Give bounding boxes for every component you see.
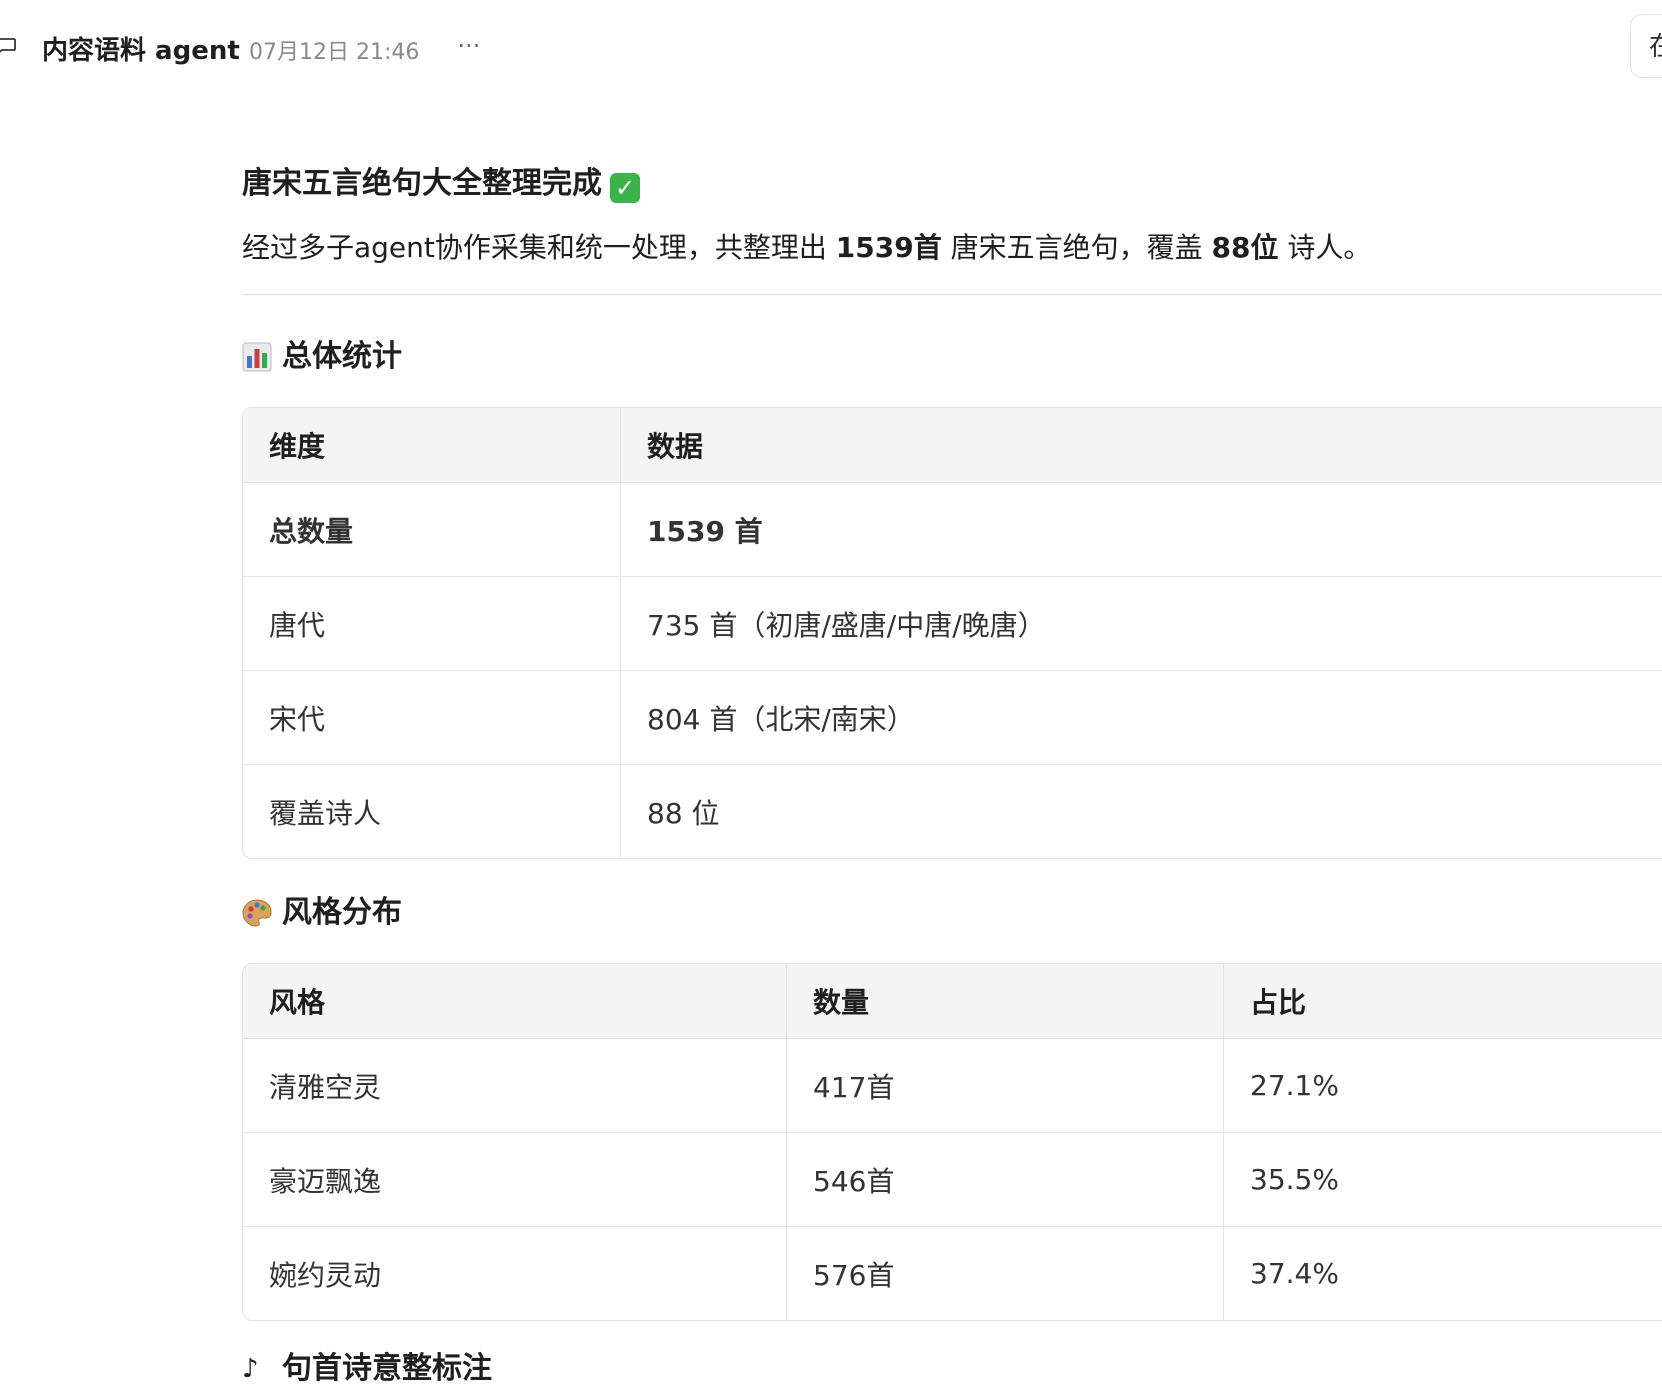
table-cell: 546首 (787, 1133, 1224, 1227)
conversation-header: 内容语料 agent 07月12日 21:46 ··· 在 (0, 0, 1662, 96)
overview-title-text: 总体统计 (282, 339, 402, 374)
message-content: 唐宋五言绝句大全整理完成 ✓ 经过多子agent协作采集和统一处理，共整理出 15… (242, 160, 1662, 1393)
next-section-title-text: 句首诗意整标注 (282, 1351, 492, 1386)
styles-title-text: 风格分布 (282, 895, 402, 930)
table-cell: 27.1% (1224, 1039, 1662, 1133)
table-cell: 37.4% (1250, 1257, 1339, 1290)
table-cell: 35.5% (1224, 1133, 1662, 1227)
overview-section-title: 总体统计 (242, 333, 1662, 381)
column-header: 风格 (243, 964, 787, 1039)
table-row: 宋代 804 首（北宋/南宋） (243, 671, 1662, 765)
divider (242, 294, 1662, 295)
table-row: 清雅空灵 417首 27.1% (243, 1039, 1662, 1133)
overview-table: 维度 数据 总数量 1539 首 唐代 735 首（初唐/盛唐/中唐/晚唐） 宋… (242, 407, 1662, 859)
styles-table: 风格 数量 占比 清雅空灵 417首 27.1% 豪迈飘逸 546首 35.5%… (242, 963, 1662, 1321)
table-cell: 宋代 (243, 671, 621, 765)
summary-middle: 唐宋五言绝句，覆盖 (941, 231, 1212, 264)
conversation-timestamp: 07月12日 21:46 (249, 40, 420, 65)
chat-bubble-icon (0, 38, 16, 53)
conversation-title: 内容语料 agent (42, 36, 240, 66)
column-header: 维度 (243, 408, 621, 483)
column-header: 数据 (621, 408, 1662, 483)
table-cell: 576首 (787, 1227, 1224, 1320)
table-row: 覆盖诗人 88 位 (243, 765, 1662, 858)
table-cell: 覆盖诗人 (243, 765, 621, 858)
table-cell: 88 位 (647, 796, 720, 830)
next-section-title: ♪ 句首诗意整标注 (242, 1345, 1662, 1393)
table-cell: 735 首（初唐/盛唐/中唐/晚唐） (621, 577, 1662, 671)
right-action-button[interactable]: 在 (1630, 14, 1662, 78)
message-heading: 唐宋五言绝句大全整理完成 ✓ (242, 160, 1662, 208)
summary-prefix: 经过多子agent协作采集和统一处理，共整理出 (242, 231, 836, 264)
more-options-button[interactable]: ··· (452, 28, 486, 64)
table-cell: 唐代 (243, 577, 621, 671)
table-cell: 清雅空灵 (243, 1039, 787, 1133)
table-cell: 婉约灵动 (243, 1227, 787, 1320)
table-cell: 豪迈飘逸 (243, 1133, 787, 1227)
table-row: 唐代 735 首（初唐/盛唐/中唐/晚唐） (243, 577, 1662, 671)
music-note-icon: ♪ (242, 1354, 259, 1384)
palette-icon (242, 899, 272, 927)
styles-section-title: 风格分布 (242, 889, 1662, 937)
table-row: 婉约灵动 576首 37.4% (243, 1227, 1662, 1320)
table-cell: 417首 (787, 1039, 1224, 1133)
table-row: 豪迈飘逸 546首 35.5% (243, 1133, 1662, 1227)
summary-count: 1539首 (835, 231, 942, 264)
heading-text: 唐宋五言绝句大全整理完成 (242, 166, 602, 201)
summary-suffix: 诗人。 (1278, 231, 1372, 264)
summary-text: 经过多子agent协作采集和统一处理，共整理出 1539首 唐宋五言绝句，覆盖 … (242, 224, 1662, 272)
summary-poets: 88位 (1211, 231, 1279, 264)
table-cell: 总数量 (243, 483, 621, 577)
column-header: 数量 (787, 964, 1224, 1039)
column-header: 占比 (1224, 964, 1662, 1039)
table-header-row: 维度 数据 (243, 408, 1662, 483)
table-header-row: 风格 数量 占比 (243, 964, 1662, 1039)
check-mark-icon: ✓ (610, 173, 640, 203)
table-row: 总数量 1539 首 (243, 483, 1662, 577)
table-cell: 1539 首 (621, 483, 1662, 577)
table-cell: 804 首（北宋/南宋） (621, 671, 1662, 765)
bar-chart-icon (242, 342, 272, 372)
